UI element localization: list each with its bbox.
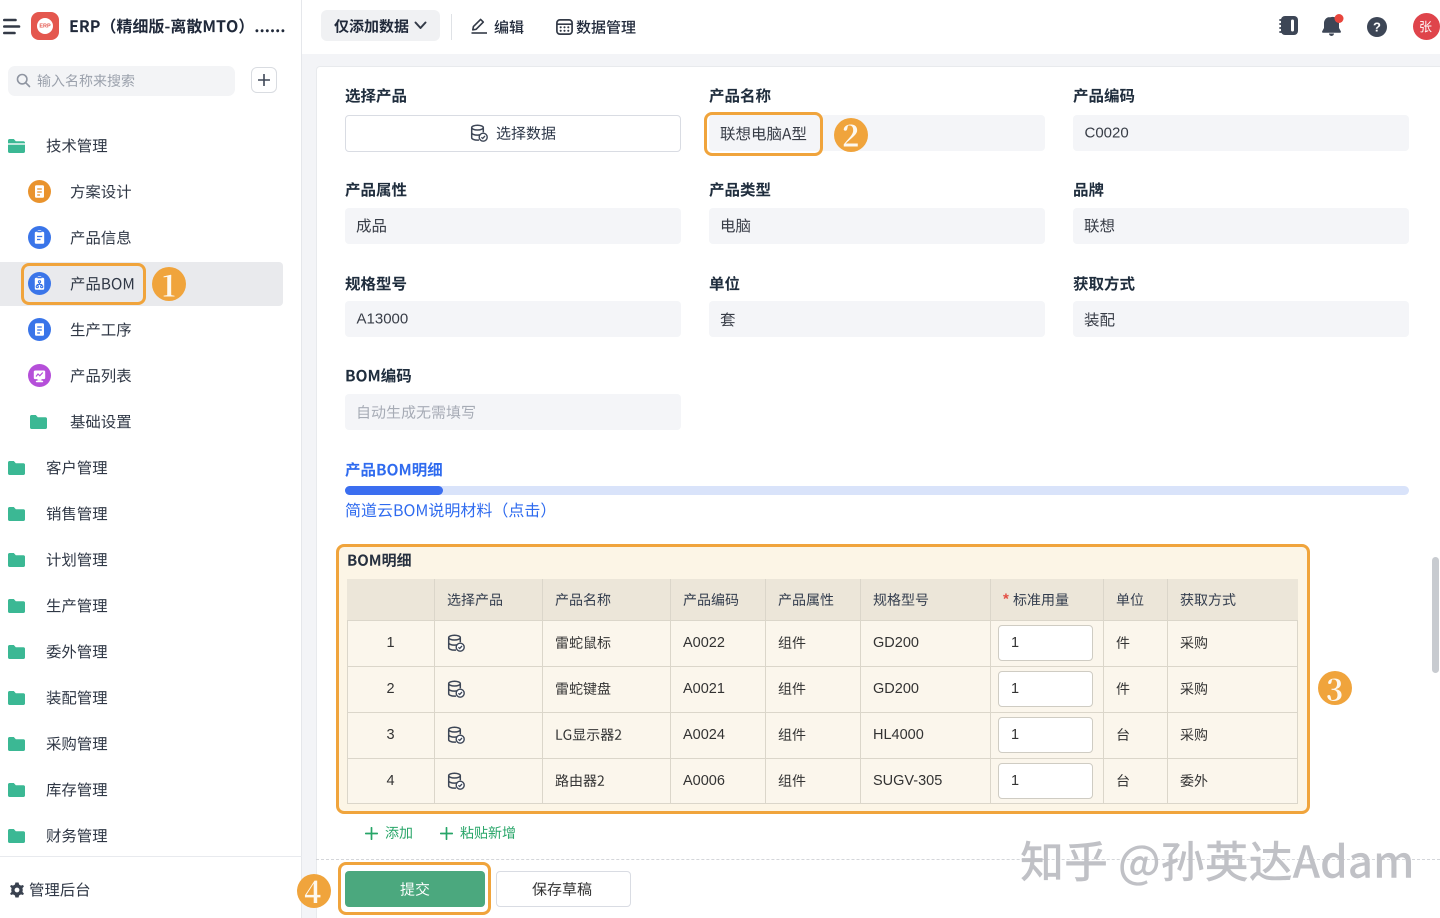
- svg-text:?: ?: [1373, 20, 1381, 35]
